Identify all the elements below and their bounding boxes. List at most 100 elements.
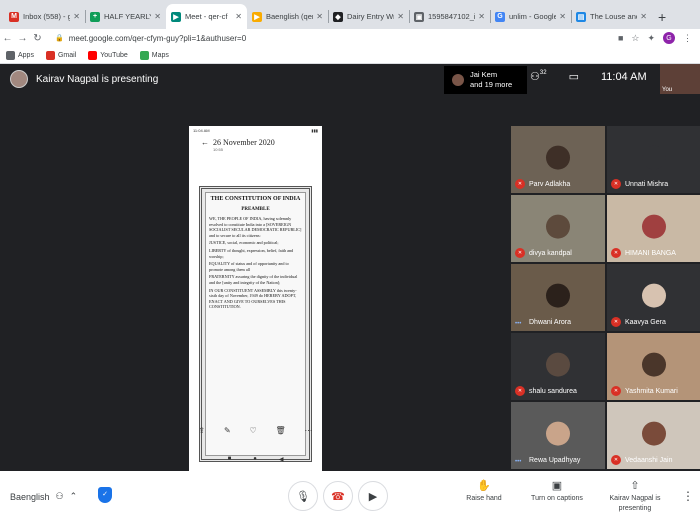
share-icon: ⇪ xyxy=(198,426,206,435)
doc-paragraph: LIBERTY of thought, expression, belief, … xyxy=(209,247,294,259)
url-field[interactable]: 🔒 meet.google.com/qer-cfym-guy?pli=1&aut… xyxy=(55,34,618,43)
back-arrow-icon: ← xyxy=(201,138,209,147)
tab-5[interactable]: ▣ 1595847102_ima✕ xyxy=(409,4,490,29)
leave-call-button[interactable]: ☎ xyxy=(323,481,353,511)
meet-area: Kairav Nagpal is presenting Jai Kem and 1… xyxy=(0,64,700,525)
close-icon[interactable]: ✕ xyxy=(235,12,242,21)
presenting-label: Kairav Nagpal is presenting xyxy=(609,495,661,512)
participant-name: Vedaanshi Jain xyxy=(625,457,673,464)
participant-tile[interactable]: ✕ Kaavya Gera xyxy=(607,264,700,331)
mic-off-icon: ✕ xyxy=(515,179,525,189)
doc-paragraph: FRATERNITY assuring the dignity of the i… xyxy=(209,274,298,285)
participant-tile[interactable]: ✕ Yashmita Kumari xyxy=(607,333,700,400)
sheets-icon: + xyxy=(90,11,100,22)
speaking-icon: ••• xyxy=(515,459,522,465)
reload-icon[interactable]: ↻ xyxy=(30,33,45,44)
others-more: and 19 more xyxy=(470,80,513,89)
close-icon[interactable]: ✕ xyxy=(559,12,566,21)
close-icon[interactable]: ✕ xyxy=(316,12,323,21)
note-time: 10:55 xyxy=(213,147,224,152)
participant-tile[interactable]: ✕ Unnati Mishra xyxy=(607,126,700,193)
menu-icon[interactable]: ⋮ xyxy=(683,33,692,44)
tab-0[interactable]: M Inbox (558) - gan✕ xyxy=(4,4,85,29)
presenting-button[interactable]: ⇧ Kairav Nagpal is presenting xyxy=(604,481,666,514)
mic-off-icon: ✕ xyxy=(611,248,621,258)
doc-paragraph: JUSTICE, social, economic and political; xyxy=(209,240,279,246)
participant-name: Parv Adlakha xyxy=(529,181,571,188)
participant-name: Unnati Mishra xyxy=(625,181,669,188)
raise-hand-button[interactable]: ✋ Raise hand xyxy=(462,481,506,504)
chevron-up-icon: ⌃ xyxy=(69,491,78,501)
tab-2[interactable]: ▶ Meet - qer-cf ✕ xyxy=(166,4,247,29)
tab-1[interactable]: + HALF YEARLY+E✕ xyxy=(85,4,166,29)
profile-avatar[interactable]: G xyxy=(663,32,675,44)
phone-header: ← 26 November 2020 10:55 xyxy=(189,134,322,172)
extension-icon[interactable]: ✦ xyxy=(647,33,655,44)
camera-button[interactable]: ▶ xyxy=(358,481,388,511)
meeting-details[interactable]: Baenglish ⚇ ⌃ xyxy=(10,491,77,502)
tab-6[interactable]: Gunlim - Google Se✕ xyxy=(490,4,571,29)
avatar xyxy=(452,74,464,86)
gmail-icon xyxy=(45,50,55,60)
camera-icon[interactable]: ■ xyxy=(618,33,623,43)
others-chip[interactable]: Jai Kem and 19 more xyxy=(444,66,527,94)
tab-3[interactable]: ▶ Baenglish (qer-cfy✕ xyxy=(247,4,328,29)
phone-status-bar: 11:04 AM ▮▮▮ xyxy=(189,126,322,134)
people-count: 32 xyxy=(539,70,547,76)
close-icon[interactable]: ✕ xyxy=(73,12,80,21)
camera-icon: ▶ xyxy=(368,490,378,503)
doc-paragraph: IN OUR CONSTITUENT ASSEMBLY this twenty-… xyxy=(209,287,297,310)
signal-icon: ▮▮▮ xyxy=(311,128,318,133)
shield-icon[interactable]: ✓ xyxy=(98,487,112,503)
captions-button[interactable]: ▣ Turn on captions xyxy=(525,481,589,504)
tab-title: The Louse and th xyxy=(590,12,637,21)
participant-name: Dhwani Arora xyxy=(529,319,572,326)
avatar xyxy=(546,283,570,308)
people-button[interactable]: ⚇32 xyxy=(530,70,547,83)
star-icon[interactable]: ☆ xyxy=(631,33,639,44)
mic-off-icon: ✕ xyxy=(611,317,621,327)
close-icon[interactable]: ✕ xyxy=(478,12,485,21)
back-icon[interactable]: ← xyxy=(0,33,15,44)
close-icon[interactable]: ✕ xyxy=(154,12,161,21)
more-options-icon[interactable]: ⋮ xyxy=(682,489,694,503)
close-icon[interactable]: ✕ xyxy=(397,12,404,21)
bookmark-maps[interactable]: Maps xyxy=(139,50,169,60)
forward-icon[interactable]: → xyxy=(15,33,30,44)
new-tab-button[interactable]: + xyxy=(652,9,672,29)
presenter-avatar xyxy=(10,70,28,88)
tab-7[interactable]: ▤ The Louse and th✕ xyxy=(571,4,652,29)
participant-tile[interactable]: ✕ Vedaanshi Jain xyxy=(607,402,700,469)
meeting-clock: 11:04 AM xyxy=(600,70,647,83)
url-text: meet.google.com/qer-cfym-guy?pli=1&authu… xyxy=(68,33,247,43)
participant-tile[interactable]: ✕ HIMANI BANGA xyxy=(607,195,700,262)
doc-preamble: PREAMBLE xyxy=(241,207,270,212)
tab-4[interactable]: ◆ Dairy Entry Writin✕ xyxy=(328,4,409,29)
tab-bar: MInbox (558) - gan✕+HALF YEARLY+E✕▶Meet … xyxy=(0,0,700,29)
participant-tile[interactable]: ••• Rewa Upadhyay xyxy=(511,402,605,469)
participant-name: Kaavya Gera xyxy=(625,319,666,326)
mic-button[interactable]: 🎙 xyxy=(288,481,318,511)
participant-tile[interactable]: ••• Dhwani Arora xyxy=(511,264,605,331)
edit-icon: ✎ xyxy=(223,426,231,435)
close-icon[interactable]: ✕ xyxy=(640,12,647,21)
self-view-tile[interactable]: You xyxy=(660,64,700,94)
bookmark-gmail[interactable]: Gmail xyxy=(45,50,76,60)
avatar xyxy=(546,421,570,446)
note-date: 26 November 2020 xyxy=(213,138,275,147)
bookmark-apps[interactable]: Apps xyxy=(6,50,34,60)
bookmarks-bar: Apps Gmail YouTube Maps xyxy=(0,47,700,64)
participant-tile[interactable]: ✕ Parv Adlakha xyxy=(511,126,605,193)
participant-tile[interactable]: ✕ shalu sandurea xyxy=(511,333,605,400)
participant-tile[interactable]: ✕ divya kandpal xyxy=(511,195,605,262)
lock-icon[interactable]: 🔒 xyxy=(55,34,64,42)
home-icon: ● xyxy=(253,456,257,462)
mic-off-icon: ✕ xyxy=(611,455,621,465)
meet-icon: ▶ xyxy=(252,11,262,22)
chat-icon[interactable]: ▭ xyxy=(569,70,579,83)
constitution-document: THE CONSTITUTION OF INDIA PREAMBLE WE, T… xyxy=(199,186,312,462)
meeting-name: Baenglish xyxy=(10,491,50,502)
participant-name: Yashmita Kumari xyxy=(625,388,678,395)
phone-status-time: 11:04 AM xyxy=(193,128,210,133)
bookmark-youtube[interactable]: YouTube xyxy=(88,50,128,60)
